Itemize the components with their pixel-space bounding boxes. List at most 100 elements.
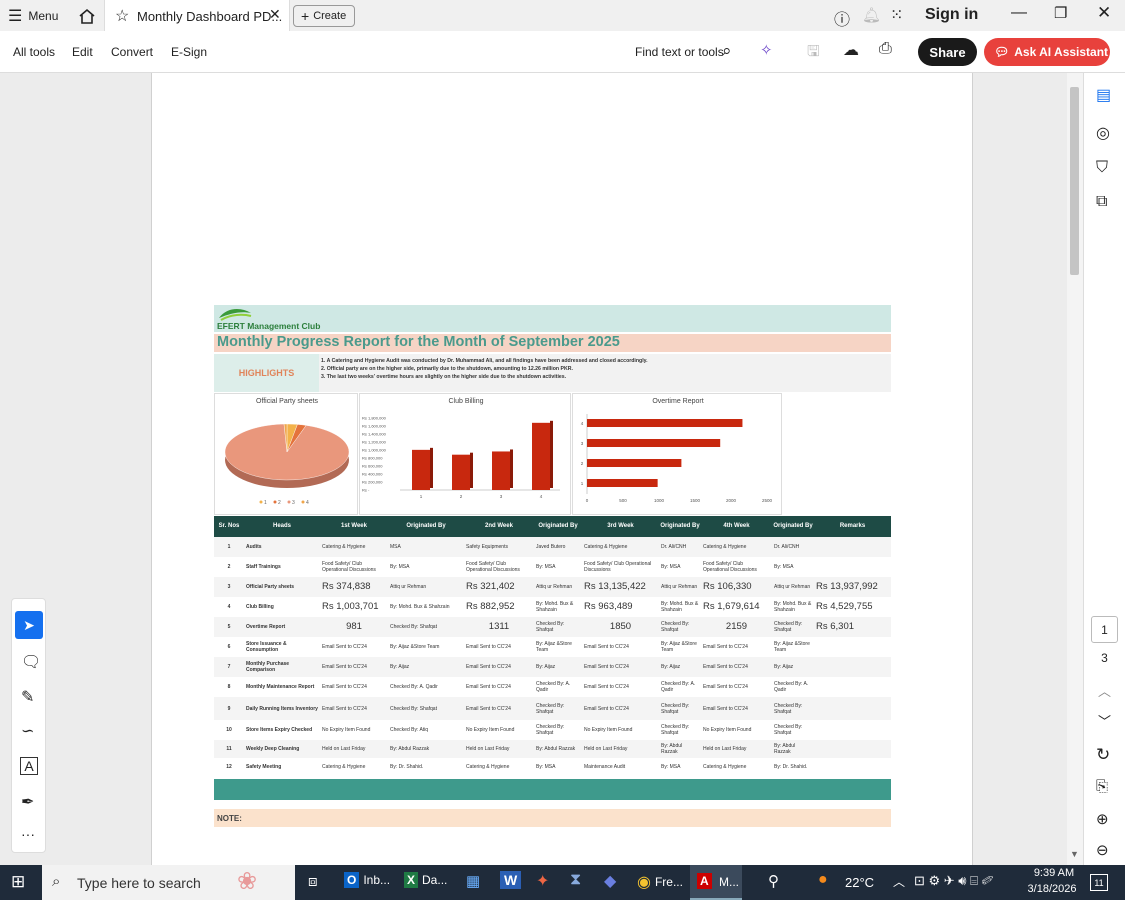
acrobat-icon: A (697, 873, 712, 889)
word-icon[interactable]: W (500, 871, 522, 889)
taskbar-search[interactable]: ⌕ Type here to search ❀ (42, 865, 295, 900)
weather-icon[interactable]: ● (818, 871, 828, 889)
next-page-icon[interactable]: ﹀ (1098, 711, 1111, 730)
chrome-icon: ◉ (637, 874, 651, 891)
create-button[interactable]: + Create (293, 5, 355, 27)
table-cell: By: Dr. Shahid. (774, 764, 808, 770)
taskbar-app-excel[interactable]: X Da... (404, 872, 447, 888)
menu-all-tools[interactable]: All tools (13, 45, 55, 59)
table-cell: By: Mohd. Bux & Shahzain (661, 601, 699, 613)
table-cell: 7 (227, 664, 231, 670)
current-page-field[interactable]: 1 (1091, 616, 1118, 643)
search-icon[interactable]: ⌕ (722, 41, 732, 61)
clock-date[interactable]: 3/18/2026 (1024, 883, 1080, 895)
fill-sign-icon[interactable]: ✒ (21, 792, 34, 812)
note-band: NOTE: (214, 809, 891, 827)
print-icon[interactable]: ⎙ (879, 40, 892, 58)
network-app-icon[interactable]: ⧗ (570, 871, 581, 889)
restore-icon[interactable]: ❐ (1054, 4, 1067, 22)
ask-ai-button[interactable]: 💬︎ Ask AI Assistant (984, 38, 1110, 66)
menu-convert[interactable]: Convert (111, 45, 153, 59)
save-icon[interactable]: 🖫 (807, 41, 820, 66)
bell-icon[interactable]: 🔔︎ (862, 6, 881, 24)
taskbar-app-chrome[interactable]: ◉ Fre... (637, 872, 683, 892)
comments-icon[interactable]: ◎ (1096, 123, 1110, 143)
excel-icon: X (404, 872, 419, 888)
ai-tools-icon[interactable]: ✧ (760, 41, 773, 59)
chart-title: Official Party sheets (255, 398, 319, 405)
vertical-scrollbar[interactable]: ▼ (1067, 73, 1083, 865)
text-box-icon[interactable]: A (20, 757, 38, 775)
column-header: Sr. Nos (214, 516, 244, 537)
table-row: 8 Monthly Maintenance Report Email Sent to… (214, 677, 891, 697)
table-cell: Catering & Hygiene (703, 764, 747, 770)
zoom-in-icon[interactable]: ⊕ (1096, 810, 1109, 828)
close-window-icon[interactable]: ✕ (1097, 3, 1111, 23)
y-tick-label: Rs 800,000 (362, 456, 383, 461)
task-view-icon[interactable]: ⧈ (308, 873, 318, 890)
draw-freehand-icon[interactable]: ∽ (21, 721, 34, 741)
document-viewport[interactable]: EFERT Management Club Monthly Progress R… (0, 73, 1083, 865)
table-cell: Checked By: Shafqat (536, 702, 565, 715)
help-icon[interactable]: ⓘ (834, 6, 850, 30)
table-row: 1 Audits Catering & Hygiene MSA Safety Equip… (214, 537, 891, 557)
bookmark-icon[interactable]: ⛉ (1096, 159, 1108, 177)
sign-in-button[interactable]: Sign in (925, 6, 978, 24)
calculator-icon[interactable]: ▦ (466, 872, 480, 890)
note-label: NOTE: (217, 814, 242, 823)
table-cell: Checked By: Shafqat (661, 621, 690, 633)
highlight-pen-icon[interactable]: ✎ (21, 687, 34, 707)
notification-icon[interactable]: 11 (1090, 874, 1108, 891)
table-cell: 1850 (609, 621, 632, 632)
share-button[interactable]: Share (918, 38, 977, 66)
table-cell: Rs 4,529,755 (816, 601, 873, 612)
scroll-down-icon[interactable]: ▼ (1070, 849, 1079, 859)
table-cell (816, 557, 889, 577)
copilot-icon[interactable]: ◆ (604, 871, 616, 891)
comment-tool-icon[interactable]: 🗨︎ (21, 652, 41, 672)
zoom-out-icon[interactable]: ⊖ (1096, 841, 1109, 859)
windows-start-icon[interactable]: ⊞ (11, 872, 25, 892)
star-icon[interactable]: ☆ (115, 6, 129, 26)
tab-document[interactable]: ☆ Monthly Dashboard PD... ✕ (104, 0, 290, 31)
app-icon[interactable]: ✦ (536, 871, 549, 891)
find-text-label[interactable]: Find text or tools (635, 45, 724, 59)
hbar-3 (587, 439, 721, 447)
select-tool-icon[interactable]: ➤ (15, 611, 43, 639)
table-cell: Email Sent to CC'24 (584, 684, 629, 690)
apps-grid-icon[interactable]: ⁙ (890, 5, 903, 25)
table-cell: Rs 374,838 (322, 581, 371, 592)
pages-icon[interactable]: ⧉ (1096, 193, 1107, 211)
horizontal-bar-chart: 1 2 3 4 0 500 1000 1500 2000 2500 (581, 414, 773, 503)
temperature[interactable]: 22°C (845, 875, 874, 890)
close-tab-icon[interactable]: ✕ (269, 6, 281, 23)
tray-icons[interactable]: ⊡ ⚙ ✈ 🔊︎ ⌸ ✐ (914, 873, 993, 889)
menu-edit[interactable]: Edit (72, 45, 93, 59)
hbar-2 (587, 459, 682, 467)
x-tick-label: 2 (460, 494, 463, 499)
table-cell (816, 637, 889, 657)
minimize-icon[interactable]: — (1011, 4, 1027, 22)
taskbar-app-acrobat[interactable]: A M... (690, 865, 742, 900)
table-cell: Email Sent to CC'24 (466, 644, 511, 650)
plus-icon: + (301, 8, 310, 24)
tray-expand-icon[interactable]: ︿ (893, 873, 905, 890)
taskbar-app-outlook[interactable]: O Inb... (344, 872, 390, 888)
page-display-icon[interactable]: ⎘ (1096, 778, 1108, 795)
more-tools-icon[interactable]: ··· (21, 826, 35, 842)
clock-time[interactable]: 9:39 AM (1030, 867, 1078, 879)
menu-button[interactable]: ☰ Menu (8, 6, 58, 26)
table-row: 2 Staff Trainings Food Safety/ Club Operat… (214, 557, 891, 577)
upload-cloud-icon[interactable]: ☁ (843, 40, 859, 60)
menu-esign[interactable]: E-Sign (171, 45, 207, 59)
hbar-4 (587, 419, 743, 427)
edit-pdf-icon[interactable]: ▤ (1096, 85, 1111, 105)
scroll-thumb[interactable] (1070, 87, 1079, 275)
home-icon[interactable] (76, 5, 98, 27)
prev-page-icon[interactable]: ︿ (1098, 681, 1111, 700)
people-icon[interactable]: ⚲ (768, 872, 779, 890)
rotate-icon[interactable]: ↻ (1096, 745, 1110, 765)
table-cell: 5 (227, 624, 231, 630)
table-cell: Email Sent to CC'24 (466, 705, 511, 712)
table-cell: By: Aijaz &Store Team (536, 641, 572, 653)
